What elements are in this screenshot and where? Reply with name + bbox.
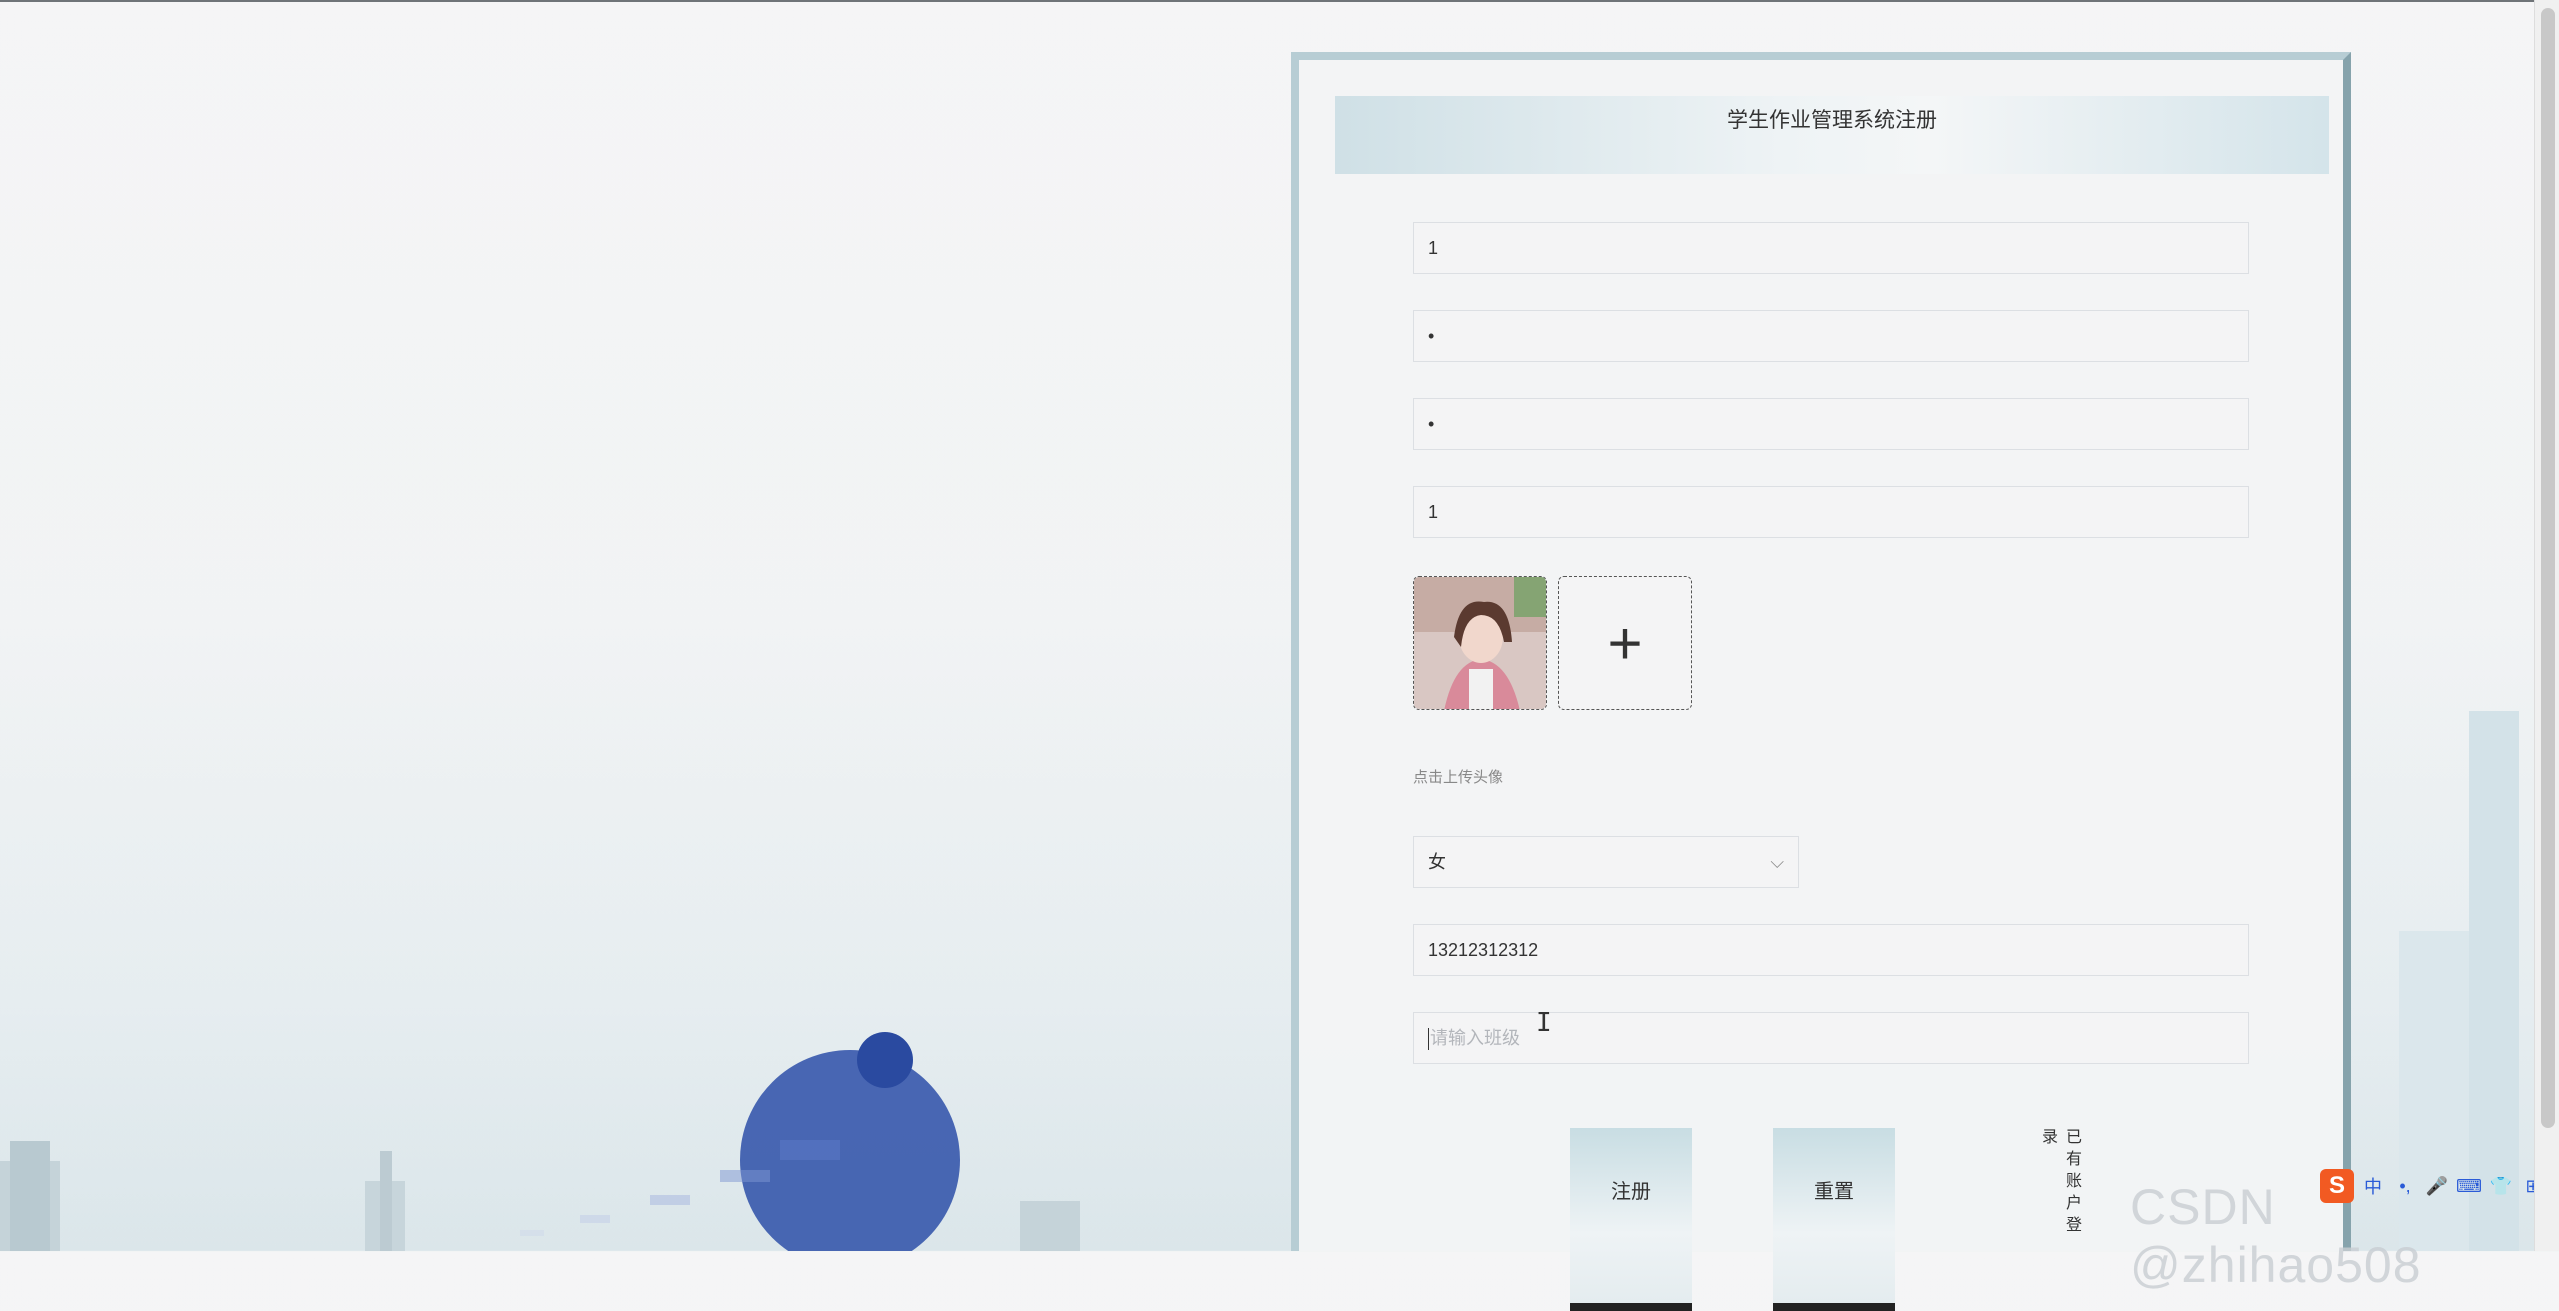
phone-input[interactable]: 13212312312 bbox=[1413, 924, 2249, 976]
confirm-password-input[interactable]: • bbox=[1413, 398, 2249, 450]
register-button[interactable]: 注册 bbox=[1570, 1128, 1692, 1311]
keyboard-icon[interactable]: ⌨ bbox=[2456, 1176, 2482, 1197]
username-input[interactable]: 1 bbox=[1413, 222, 2249, 274]
avatar-preview[interactable] bbox=[1413, 576, 1547, 710]
ime-toolbar[interactable]: S 中 •, 🎤 ⌨ 👕 ⊞ bbox=[2320, 1168, 2550, 1204]
text-caret bbox=[1428, 1028, 1429, 1051]
microphone-icon[interactable]: 🎤 bbox=[2424, 1176, 2450, 1197]
text-cursor-icon: I bbox=[1536, 1008, 1552, 1038]
panel-title: 学生作业管理系统注册 bbox=[1335, 96, 2329, 174]
gender-select[interactable]: 女 ⌵ bbox=[1413, 836, 1799, 888]
page-scrollbar[interactable] bbox=[2534, 0, 2559, 1251]
skin-icon[interactable]: 👕 bbox=[2488, 1176, 2514, 1197]
window-top-border bbox=[0, 0, 2559, 2]
avatar-photo bbox=[1414, 577, 1546, 709]
scrollbar-thumb[interactable] bbox=[2541, 8, 2555, 1128]
login-link[interactable]: 已有账户登录 bbox=[2039, 1128, 2083, 1251]
upload-hint: 点击上传头像 bbox=[1413, 769, 1504, 786]
class-input-placeholder: 请输入班级 bbox=[1430, 1028, 1520, 1048]
register-panel: 学生作业管理系统注册 1 • • 1 + 点击上传头像 女 ⌵ 13212312… bbox=[1291, 52, 2351, 1311]
ime-chinese-mode[interactable]: 中 bbox=[2360, 1173, 2386, 1199]
name-input[interactable]: 1 bbox=[1413, 486, 2249, 538]
pixel-runner-image bbox=[520, 1032, 960, 1251]
add-avatar-button[interactable]: + bbox=[1558, 576, 1692, 710]
gender-selected-value: 女 bbox=[1428, 852, 1446, 872]
sogou-logo-icon[interactable]: S bbox=[2320, 1169, 2354, 1203]
password-input[interactable]: • bbox=[1413, 310, 2249, 362]
ime-punctuation-icon[interactable]: •, bbox=[2392, 1176, 2418, 1197]
chevron-down-icon: ⌵ bbox=[1770, 852, 1784, 872]
reset-button[interactable]: 重置 bbox=[1773, 1128, 1895, 1311]
